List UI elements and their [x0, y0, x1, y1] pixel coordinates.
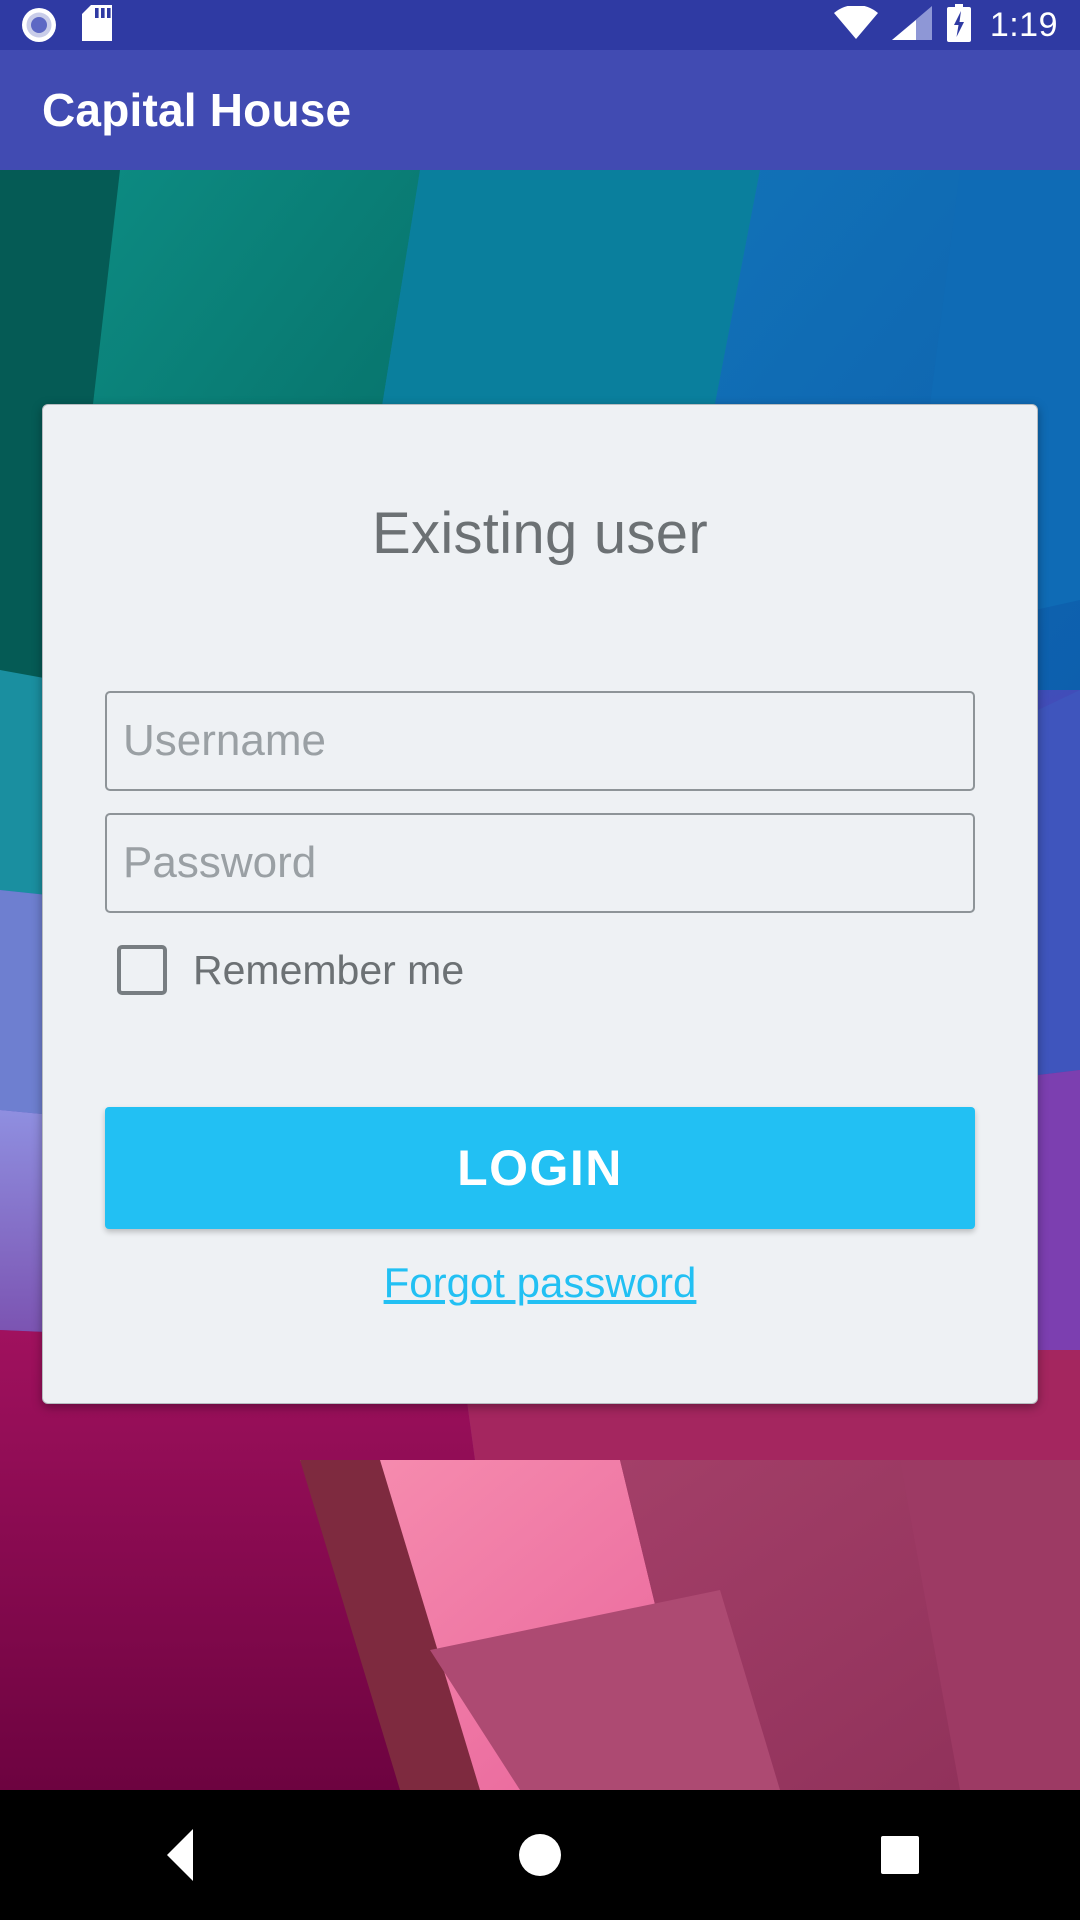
remember-me-row[interactable]: Remember me [105, 945, 975, 995]
recent-apps-nav-button[interactable] [810, 1790, 990, 1920]
back-nav-icon [167, 1829, 193, 1881]
remember-me-label: Remember me [193, 946, 465, 993]
cellular-signal-icon [891, 5, 932, 45]
phone-screen: 1:19 Capital House Existing user Usernam… [0, 0, 1080, 1920]
wifi-icon [833, 4, 878, 45]
battery-charging-icon [946, 3, 972, 47]
login-card: Existing user Remember me LOGIN Forgot p… [42, 404, 1038, 1404]
card-heading: Existing user [372, 501, 708, 566]
forgot-password-link[interactable]: Forgot password [105, 1259, 975, 1307]
app-bar-title: Capital House [42, 84, 352, 136]
home-nav-button[interactable] [450, 1790, 630, 1920]
status-bar-clock: 1:19 [989, 6, 1058, 44]
login-button[interactable]: LOGIN [105, 1107, 975, 1229]
status-bar-right-icons: 1:19 [833, 3, 1080, 47]
password-input[interactable] [105, 813, 975, 913]
username-input[interactable] [105, 691, 975, 791]
cast-icon [22, 8, 56, 42]
navigation-bar [0, 1790, 1080, 1920]
status-bar-left-icons [0, 4, 834, 46]
status-bar: 1:19 [0, 0, 1080, 50]
back-nav-button[interactable] [90, 1790, 270, 1920]
recent-apps-nav-icon [881, 1836, 919, 1874]
remember-me-checkbox[interactable] [117, 945, 167, 995]
app-bar: Capital House [0, 50, 1080, 170]
home-nav-icon [519, 1834, 561, 1876]
sd-card-icon [82, 4, 112, 46]
